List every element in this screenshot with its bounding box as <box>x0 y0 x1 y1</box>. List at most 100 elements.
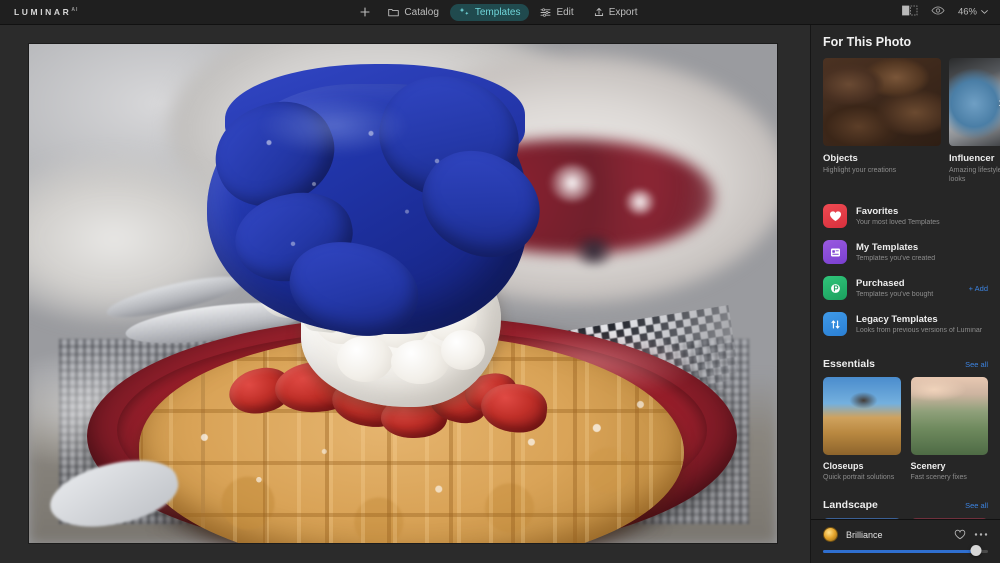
tab-templates-label: Templates <box>474 6 521 18</box>
zoom-level-value: 46% <box>957 6 977 18</box>
add-photos-button[interactable] <box>353 4 377 20</box>
my-templates-title: My Templates <box>856 242 919 254</box>
photo-canvas[interactable]: 04/25/10 BEST BY <box>0 25 810 563</box>
for-this-photo-cards: Objects Highlight your creations › Influ… <box>823 58 1000 184</box>
essentials-header: Essentials See all <box>823 358 988 370</box>
sliders-icon <box>540 7 551 17</box>
brand-superscript: AI <box>71 7 79 14</box>
photo-cream-swirl <box>337 336 393 382</box>
tab-edit-label: Edit <box>556 6 574 18</box>
tab-export[interactable]: Export <box>585 4 647 21</box>
favorites-title: Favorites <box>856 206 899 218</box>
brand-name: LUMINAR <box>14 7 72 17</box>
influencer-card-title: Influencer <box>949 153 995 164</box>
photo-bg-blueberry <box>569 236 619 266</box>
purchased-title: Purchased <box>856 278 905 290</box>
scenery-title: Scenery <box>910 461 946 472</box>
objects-thumbnail <box>823 58 941 146</box>
add-purchased-button[interactable]: + Add <box>969 284 988 293</box>
sidebar-item-favorites[interactable]: Favorites Your most loved Templates <box>823 198 988 234</box>
heart-outline-icon[interactable] <box>954 529 966 540</box>
legacy-templates-text: Legacy Templates Looks from previous ver… <box>856 314 988 334</box>
tab-catalog-label: Catalog <box>404 6 439 18</box>
eye-icon[interactable] <box>931 6 945 19</box>
influencer-thumbnail: › <box>949 58 1000 146</box>
closeups-title: Closeups <box>823 461 864 472</box>
zoom-level-control[interactable]: 46% <box>958 7 988 18</box>
template-card-scenery[interactable]: Scenery Fast scenery fixes <box>910 377 988 482</box>
city-skyline-image <box>823 517 901 519</box>
adjustment-row: Brilliance <box>823 527 988 542</box>
tab-edit[interactable]: Edit <box>531 4 582 21</box>
plus-icon <box>360 7 370 17</box>
tab-templates[interactable]: Templates <box>449 3 530 21</box>
toolbar-right-tools: 46% <box>902 5 988 19</box>
favorites-subtitle: Your most loved Templates <box>856 218 940 226</box>
closeups-thumbnail <box>823 377 901 456</box>
my-templates-subtitle: Templates you've created <box>856 254 936 262</box>
sidebar-item-my-templates[interactable]: My Templates Templates you've created <box>823 234 988 270</box>
adjustment-name: Brilliance <box>846 529 883 540</box>
influencer-card-subtitle: Amazing lifestyle looks <box>949 167 1000 184</box>
sunset-water-image <box>910 517 988 519</box>
sidebar-item-purchased[interactable]: Purchased Templates you've bought + Add <box>823 270 988 306</box>
landscape-see-all-link[interactable]: See all <box>965 501 988 510</box>
workspace: 04/25/10 BEST BY For This Photo <box>0 25 1000 563</box>
closeups-image <box>823 377 901 456</box>
photo-cream-swirl <box>441 330 485 370</box>
sidebar-item-legacy-templates[interactable]: Legacy Templates Looks from previous ver… <box>823 306 988 342</box>
templates-scroll-area[interactable]: For This Photo Objects Highlight your cr… <box>811 25 1000 519</box>
photo-bg-highlight-2 <box>625 189 655 215</box>
photo-bg-highlight-1 <box>549 164 595 202</box>
sparkle-icon <box>459 7 470 17</box>
document-icon <box>823 240 847 265</box>
template-card-landscape-2[interactable] <box>910 517 988 519</box>
favorites-text: Favorites Your most loved Templates <box>856 206 988 226</box>
tab-export-label: Export <box>608 6 638 18</box>
upload-icon <box>594 7 604 17</box>
template-card-landscape-1[interactable] <box>823 517 901 519</box>
landscape-1-thumbnail <box>823 517 901 519</box>
landscape-header: Landscape See all <box>823 499 988 511</box>
tab-catalog[interactable]: Catalog <box>379 4 447 21</box>
objects-card-subtitle: Highlight your creations <box>823 167 897 174</box>
adjustment-thumbnail <box>823 527 838 542</box>
adjustment-bar: Brilliance <box>811 519 1000 563</box>
main-nav: Catalog Templates Edit Export <box>353 3 647 21</box>
more-options-icon[interactable] <box>974 532 988 537</box>
essentials-title: Essentials <box>823 358 875 371</box>
section-essentials: Essentials See all Closeups Quick portra… <box>823 358 988 482</box>
legacy-templates-subtitle: Looks from previous versions of Luminar <box>856 326 983 334</box>
folder-icon <box>388 8 400 17</box>
slider-fill <box>823 550 977 553</box>
template-card-influencer[interactable]: › Influencer Amazing lifestyle looks <box>949 58 1000 184</box>
objects-card-title: Objects <box>823 153 858 164</box>
section-landscape: Landscape See all <box>823 499 988 519</box>
brilliance-slider[interactable] <box>823 544 988 558</box>
sliders-icon <box>823 312 847 337</box>
essentials-see-all-link[interactable]: See all <box>965 360 988 369</box>
templates-sidebar: For This Photo Objects Highlight your cr… <box>810 25 1000 563</box>
photo-preview[interactable]: 04/25/10 BEST BY <box>29 44 777 543</box>
photo-glove-highlight <box>259 96 409 156</box>
scenery-thumbnail <box>910 377 988 456</box>
price-tag-icon <box>823 276 847 301</box>
essentials-cards: Closeups Quick portrait solutions Scener… <box>823 377 988 482</box>
luminar-app-window: LUMINARAI Catalog Templates Edit Export … <box>0 0 1000 563</box>
influencer-image <box>949 58 1000 146</box>
slider-handle[interactable] <box>970 545 982 556</box>
template-card-closeups[interactable]: Closeups Quick portrait solutions <box>823 377 901 482</box>
closeups-subtitle: Quick portrait solutions <box>823 474 895 482</box>
my-templates-text: My Templates Templates you've created <box>856 242 988 262</box>
template-card-objects[interactable]: Objects Highlight your creations <box>823 58 941 184</box>
collections-list: Favorites Your most loved Templates My T… <box>823 198 988 342</box>
purchased-text: Purchased Templates you've bought <box>856 278 960 298</box>
compare-view-icon[interactable] <box>902 5 918 19</box>
app-logo: LUMINARAI <box>14 7 78 17</box>
legacy-templates-title: Legacy Templates <box>856 314 938 326</box>
purchased-subtitle: Templates you've bought <box>856 290 934 298</box>
coffee-beans-image <box>823 58 941 146</box>
scenery-subtitle: Fast scenery fixes <box>910 474 967 482</box>
top-toolbar: LUMINARAI Catalog Templates Edit Export … <box>0 0 1000 25</box>
heart-icon <box>823 204 847 229</box>
